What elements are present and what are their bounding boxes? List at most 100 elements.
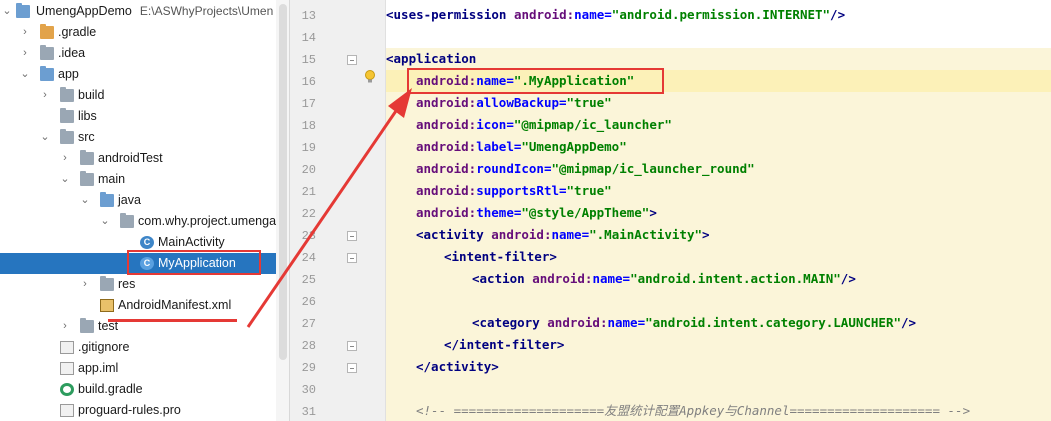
tree-item-gradle[interactable]: › .gradle (0, 22, 276, 43)
code-line-29[interactable]: </activity> (416, 356, 499, 378)
tree-item-label: res (118, 277, 136, 291)
folder-icon (80, 171, 94, 186)
chevron-down-icon[interactable]: ⌄ (40, 127, 50, 148)
tree-item-build-gradle[interactable]: build.gradle (0, 379, 276, 400)
line-number: 23 (301, 229, 316, 243)
line-number: 25 (301, 273, 316, 287)
resource-folder-icon (100, 276, 114, 291)
line-number: 28 (301, 339, 316, 353)
code-line-19[interactable]: android:label="UmengAppDemo" (416, 136, 627, 158)
line-number: 30 (301, 383, 316, 397)
tree-item-androidmanifest[interactable]: AndroidManifest.xml (0, 295, 276, 316)
chevron-right-icon[interactable]: › (20, 43, 30, 64)
tree-item-idea[interactable]: › .idea (0, 43, 276, 64)
source-folder-icon (100, 192, 114, 207)
line-number: 26 (301, 295, 316, 309)
tree-item-label: .idea (58, 46, 86, 60)
folder-icon (40, 45, 54, 60)
code-line-21[interactable]: android:supportsRtl="true" (416, 180, 612, 202)
tree-item-package[interactable]: ⌄ com.why.project.umengap (0, 211, 276, 232)
annotation-underline-manifest (108, 319, 237, 322)
code-line-31[interactable]: <!-- ====================友盟统计配置Appkey与Ch… (416, 400, 970, 421)
fold-marker[interactable] (347, 55, 357, 65)
tree-item-label: .gitignore (78, 340, 130, 354)
lightbulb-icon[interactable] (364, 70, 376, 84)
xml-file-icon (100, 299, 114, 312)
tree-item-label: main (98, 172, 126, 186)
module-folder-icon (40, 66, 54, 81)
code-line-20[interactable]: android:roundIcon="@mipmap/ic_launcher_r… (416, 158, 755, 180)
fold-marker[interactable] (347, 363, 357, 373)
folder-icon (40, 24, 54, 39)
tree-item-app-iml[interactable]: app.iml (0, 358, 276, 379)
folder-icon (60, 129, 74, 144)
chevron-right-icon[interactable]: › (60, 148, 70, 169)
chevron-right-icon[interactable]: › (60, 316, 70, 337)
class-icon: C (140, 236, 154, 249)
chevron-right-icon[interactable]: › (40, 85, 50, 106)
code-line-15[interactable]: <application (386, 48, 476, 70)
line-number: 18 (301, 119, 316, 133)
line-number: 27 (301, 317, 316, 331)
code-line-13[interactable]: <uses-permission android:name="android.p… (386, 4, 1051, 26)
line-number: 19 (301, 141, 316, 155)
file-icon (60, 404, 74, 417)
tree-item-gitignore[interactable]: .gitignore (0, 337, 276, 358)
line-number: 21 (301, 185, 316, 199)
tree-scrollbar[interactable] (276, 0, 290, 421)
chevron-down-icon[interactable]: ⌄ (2, 1, 12, 22)
line-number: 20 (301, 163, 316, 177)
tree-item-libs[interactable]: libs (0, 106, 276, 127)
tree-item-proguard[interactable]: proguard-rules.pro (0, 400, 276, 421)
tree-item-build[interactable]: › build (0, 85, 276, 106)
chevron-down-icon[interactable]: ⌄ (20, 64, 30, 85)
line-number: 15 (301, 53, 316, 67)
code-line-17[interactable]: android:allowBackup="true" (416, 92, 612, 114)
code-line-25[interactable]: <action android:name="android.intent.act… (472, 268, 856, 290)
tree-item-label: .gradle (58, 25, 97, 39)
chevron-down-icon[interactable]: ⌄ (60, 169, 70, 190)
line-number: 13 (301, 9, 316, 23)
tree-item-label: proguard-rules.pro (78, 403, 181, 417)
code-line-23[interactable]: <activity android:name=".MainActivity"> (416, 224, 710, 246)
code-line-28[interactable]: </intent-filter> (444, 334, 564, 356)
code-line-27[interactable]: <category android:name="android.intent.c… (472, 312, 916, 334)
folder-icon (60, 108, 74, 123)
chevron-down-icon[interactable]: ⌄ (100, 211, 110, 232)
tree-item-label: build.gradle (78, 382, 143, 396)
editor-gutter: 13 14 15 16 17 18 19 20 21 22 23 24 25 2… (290, 0, 386, 421)
code-line-24[interactable]: <intent-filter> (444, 246, 557, 268)
chevron-right-icon[interactable]: › (20, 22, 30, 43)
code-line-18[interactable]: android:icon="@mipmap/ic_launcher" (416, 114, 672, 136)
tree-item-java[interactable]: ⌄ java (0, 190, 276, 211)
fold-marker[interactable] (347, 231, 357, 241)
tree-item-label: libs (78, 109, 97, 123)
tree-item-src[interactable]: ⌄ src (0, 127, 276, 148)
annotation-box-myapplication (127, 250, 261, 275)
line-number: 16 (301, 75, 316, 89)
code-line-22[interactable]: android:theme="@style/AppTheme"> (416, 202, 657, 224)
project-path: E:\ASWhyProjects\Umen (139, 4, 274, 18)
tree-item-res[interactable]: › res (0, 274, 276, 295)
tree-item-project[interactable]: ⌄ UmengAppDemo E:\ASWhyProjects\Umen (0, 1, 276, 22)
scrollbar-thumb[interactable] (279, 4, 287, 360)
tree-item-label: AndroidManifest.xml (118, 298, 232, 312)
tree-item-label: androidTest (98, 151, 163, 165)
tree-item-androidtest[interactable]: › androidTest (0, 148, 276, 169)
chevron-down-icon[interactable]: ⌄ (80, 190, 90, 211)
fold-marker[interactable] (347, 253, 357, 263)
line-number: 31 (301, 405, 316, 419)
package-icon (120, 213, 134, 228)
code-editor[interactable]: 13 14 15 16 17 18 19 20 21 22 23 24 25 2… (290, 0, 1051, 421)
fold-marker[interactable] (347, 341, 357, 351)
line-number: 14 (301, 31, 316, 45)
tree-item-label: com.why.project.umengap (138, 214, 276, 228)
module-folder-icon (16, 3, 30, 18)
folder-icon (80, 318, 94, 333)
tree-item-main[interactable]: ⌄ main (0, 169, 276, 190)
line-number: 17 (301, 97, 316, 111)
chevron-right-icon[interactable]: › (80, 274, 90, 295)
tree-item-app[interactable]: ⌄ app (0, 64, 276, 85)
line-number: 29 (301, 361, 316, 375)
tree-item-label: java (118, 193, 141, 207)
